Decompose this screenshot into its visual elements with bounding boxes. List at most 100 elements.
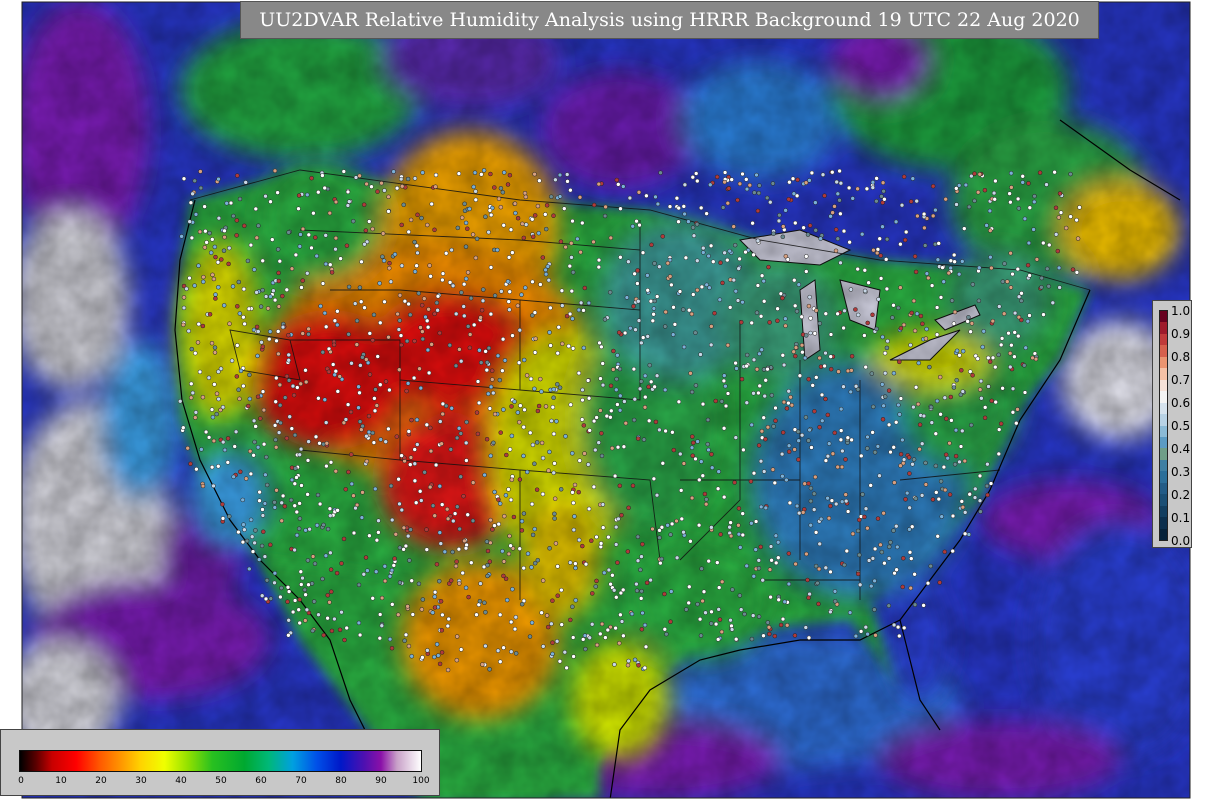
station-dot xyxy=(802,481,807,486)
station-dot xyxy=(1020,174,1025,179)
station-dot xyxy=(277,402,283,408)
station-dot xyxy=(447,342,453,348)
station-dot xyxy=(329,270,335,275)
obs-colorbar-label: 0.9 xyxy=(1171,327,1191,341)
station-dot xyxy=(235,304,240,309)
station-dot xyxy=(718,260,723,265)
station-dot xyxy=(465,512,470,517)
station-dot xyxy=(286,378,292,383)
station-dot xyxy=(715,560,720,565)
station-dot xyxy=(300,226,306,232)
station-dot xyxy=(716,469,721,474)
station-dot xyxy=(805,577,810,583)
station-dot xyxy=(335,508,340,513)
station-dot xyxy=(403,632,409,638)
station-dot xyxy=(996,451,1002,457)
station-dot xyxy=(775,540,781,545)
station-dot xyxy=(838,437,844,443)
station-dot xyxy=(977,387,983,392)
obs-colorbar-band xyxy=(1160,356,1167,369)
station-dot xyxy=(322,397,328,402)
station-dot xyxy=(568,560,573,565)
station-dot xyxy=(1047,242,1052,248)
station-dot xyxy=(1007,351,1013,356)
station-dot xyxy=(1012,310,1018,316)
station-dot xyxy=(738,607,744,612)
station-dot xyxy=(418,325,423,330)
station-dot xyxy=(419,215,424,221)
station-dot xyxy=(271,288,276,293)
station-dot xyxy=(482,472,487,478)
station-dot xyxy=(448,447,454,452)
station-dot xyxy=(1022,390,1028,395)
station-dot xyxy=(886,556,892,561)
station-dot xyxy=(185,445,190,451)
station-dot xyxy=(835,191,841,197)
station-dot xyxy=(843,498,849,504)
station-dot xyxy=(607,290,613,295)
station-dot xyxy=(1075,236,1081,241)
station-dot xyxy=(206,375,212,381)
station-dot xyxy=(970,282,976,287)
station-dot xyxy=(356,405,361,410)
station-dot xyxy=(720,205,726,210)
station-dot xyxy=(891,528,896,533)
station-dot xyxy=(544,613,550,618)
station-dot xyxy=(920,321,925,327)
station-dot xyxy=(928,404,934,410)
station-dot xyxy=(265,306,271,311)
station-dot xyxy=(602,213,608,219)
station-dot xyxy=(443,403,449,409)
station-dot xyxy=(645,288,650,293)
station-dot xyxy=(914,198,919,204)
station-dot xyxy=(241,522,246,527)
station-dot xyxy=(420,597,426,602)
station-dot xyxy=(296,607,301,612)
station-dot xyxy=(624,295,630,300)
station-dot xyxy=(763,505,769,511)
station-dot xyxy=(472,170,478,175)
station-dot xyxy=(816,566,822,572)
station-dot xyxy=(849,353,855,359)
station-dot xyxy=(828,503,833,509)
station-dot xyxy=(769,558,774,563)
station-dot xyxy=(406,301,411,307)
station-dot xyxy=(755,238,761,244)
station-dot xyxy=(502,513,507,519)
station-dot xyxy=(362,242,367,247)
station-dot xyxy=(870,556,876,561)
station-dot xyxy=(392,556,397,561)
station-dot xyxy=(420,329,425,334)
obs-colorbar-band xyxy=(1160,494,1167,507)
station-dot xyxy=(519,292,524,297)
station-dot xyxy=(437,661,443,667)
station-dot xyxy=(984,223,989,228)
obs-colorbar-band xyxy=(1160,311,1167,323)
station-dot xyxy=(272,570,278,576)
station-dot xyxy=(439,628,445,633)
station-dot xyxy=(855,266,860,272)
station-dot xyxy=(529,501,535,507)
station-dot xyxy=(522,190,528,196)
station-dot xyxy=(245,403,251,409)
station-dot xyxy=(776,597,781,603)
station-dot xyxy=(652,384,657,390)
station-dot xyxy=(886,388,892,393)
station-dot xyxy=(712,310,717,316)
station-dot xyxy=(923,460,928,466)
station-dot xyxy=(417,366,422,371)
station-dot xyxy=(690,453,695,458)
station-dot xyxy=(1041,240,1046,246)
station-dot xyxy=(602,570,607,576)
station-dot xyxy=(272,580,277,586)
station-dot xyxy=(697,477,702,483)
station-dot xyxy=(316,396,321,401)
station-dot xyxy=(727,524,732,530)
station-dot xyxy=(248,517,254,523)
station-dot xyxy=(766,264,771,270)
station-dot xyxy=(323,261,329,267)
station-dot xyxy=(756,443,762,448)
station-dot xyxy=(492,489,497,495)
station-dot xyxy=(977,265,982,271)
station-dot xyxy=(689,311,695,317)
